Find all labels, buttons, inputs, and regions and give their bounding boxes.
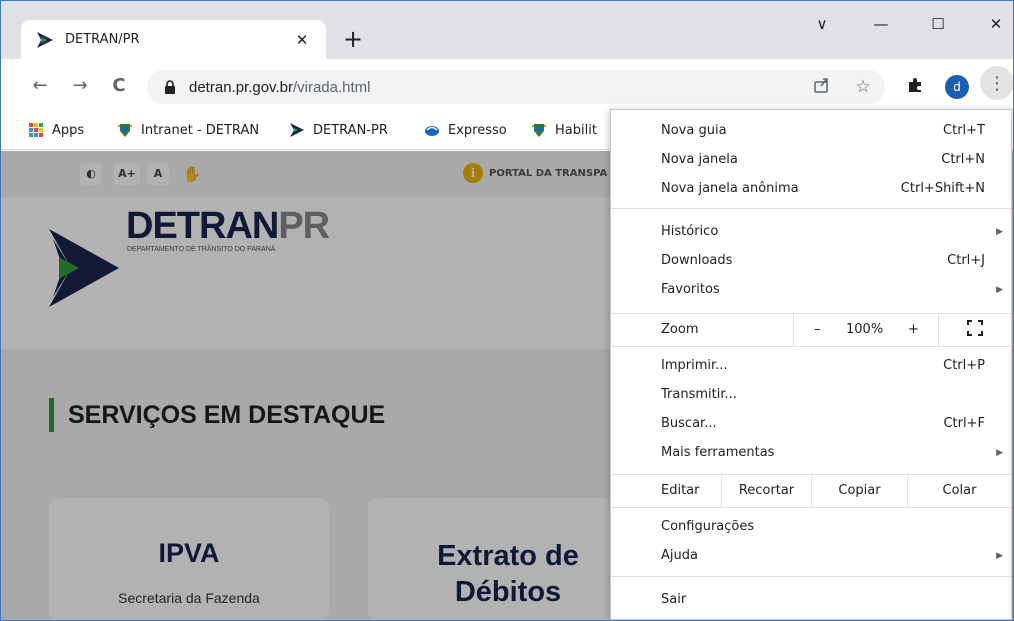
extensions-icon[interactable] <box>904 76 926 100</box>
section-accent-bar <box>49 398 54 432</box>
menu-item-configuracoes[interactable]: Configurações <box>611 512 1011 541</box>
forward-icon[interactable]: → <box>69 75 91 97</box>
submenu-arrow-icon: ▶ <box>996 226 1003 237</box>
cut-button[interactable]: Recortar <box>721 475 811 507</box>
address-bar[interactable]: detran.pr.gov.br/virada.html <box>147 70 885 104</box>
maximize-button[interactable]: ☐ <box>923 15 953 33</box>
portal-label: PORTAL DA TRANSPA <box>489 167 608 179</box>
menu-item-buscar[interactable]: Buscar... Ctrl+F <box>611 409 1011 438</box>
tab-strip: DETRAN/PR ✕ + ∨ — ☐ ✕ <box>1 1 1013 59</box>
bookmark-label: Apps <box>52 122 85 138</box>
bookmark-apps[interactable]: Apps <box>28 122 84 138</box>
reload-icon[interactable]: C <box>108 75 130 97</box>
menu-item-transmitir[interactable]: Transmitir... <box>611 380 1011 409</box>
paste-button[interactable]: Colar <box>907 475 1011 507</box>
back-icon[interactable]: ← <box>29 75 51 97</box>
pr-crest-icon <box>531 124 547 137</box>
edit-label: Editar <box>661 483 700 498</box>
card-subtitle: Secretaria da Fazenda <box>118 590 260 606</box>
new-tab-button[interactable]: + <box>339 25 367 53</box>
logo-text: DETRANPR <box>126 205 330 247</box>
logo-subtitle: DEPARTAMENTO DE TRÂNSITO DO PARANÁ <box>127 246 276 253</box>
tab-search-icon[interactable]: ∨ <box>807 15 837 33</box>
card-title: IPVA <box>158 538 220 568</box>
bookmark-label: Expresso <box>448 122 507 138</box>
card-title: Extrato de Débitos <box>437 540 579 608</box>
pr-crest-icon <box>117 124 133 137</box>
service-card-ipva[interactable]: IPVA Secretaria da Fazenda <box>49 498 329 620</box>
menu-item-sair[interactable]: Sair <box>611 585 1011 614</box>
zoom-out-button[interactable]: – <box>814 322 821 337</box>
profile-avatar[interactable]: d <box>945 75 969 99</box>
menu-item-nova-janela-anonima[interactable]: Nova janela anônima Ctrl+Shift+N <box>611 174 1011 203</box>
bookmark-star-icon[interactable]: ☆ <box>852 76 874 98</box>
lock-icon[interactable] <box>163 79 177 95</box>
zoom-value: 100% <box>846 322 884 337</box>
bookmark-label: DETRAN-PR <box>313 122 388 138</box>
edit-row: Editar Recortar Copiar Colar <box>611 474 1011 508</box>
toolbar: ← → C detran.pr.gov.br/virada.html ☆ d ⋮ <box>1 59 1013 114</box>
bookmark-expresso[interactable]: Expresso <box>424 122 507 138</box>
submenu-arrow-icon: ▶ <box>996 284 1003 295</box>
service-card-extrato[interactable]: Extrato de Débitos <box>368 498 648 620</box>
menu-item-historico[interactable]: Histórico ▶ <box>611 217 1011 246</box>
portal-transparencia-link[interactable]: i PORTAL DA TRANSPA <box>463 163 607 183</box>
close-window-button[interactable]: ✕ <box>981 15 1011 33</box>
section-title: SERVIÇOS EM DESTAQUE <box>68 401 386 429</box>
menu-item-downloads[interactable]: Downloads Ctrl+J <box>611 246 1011 275</box>
menu-item-mais-ferramentas[interactable]: Mais ferramentas ▶ <box>611 438 1011 467</box>
minimize-button[interactable]: — <box>866 15 896 33</box>
menu-kebab-icon[interactable]: ⋮ <box>980 66 1013 100</box>
detran-logo-mark[interactable] <box>49 229 119 307</box>
menu-item-nova-janela[interactable]: Nova janela Ctrl+N <box>611 145 1011 174</box>
detran-logo-icon <box>290 123 304 137</box>
share-icon[interactable] <box>811 76 833 100</box>
chrome-main-menu: Nova guia Ctrl+T Nova janela Ctrl+N Nova j… <box>610 109 1012 620</box>
info-icon: i <box>463 163 483 183</box>
tab-detran[interactable]: DETRAN/PR ✕ <box>21 20 326 59</box>
browser-window: DETRAN/PR ✕ + ∨ — ☐ ✕ ← → C detran.pr.go… <box>0 0 1014 621</box>
menu-item-favoritos[interactable]: Favoritos ▶ <box>611 275 1011 304</box>
fullscreen-icon[interactable] <box>967 320 983 340</box>
bookmark-label: Habilit <box>555 122 597 138</box>
font-increase-button[interactable]: A+ <box>114 163 140 185</box>
font-normal-button[interactable]: A <box>147 163 169 185</box>
menu-item-nova-guia[interactable]: Nova guia Ctrl+T <box>611 116 1011 145</box>
copy-button[interactable]: Copiar <box>811 475 907 507</box>
tab-title: DETRAN/PR <box>65 32 140 47</box>
zoom-label: Zoom <box>661 322 699 337</box>
zoom-controls: – 100% + <box>793 314 939 346</box>
menu-item-imprimir[interactable]: Imprimir... Ctrl+P <box>611 351 1011 380</box>
tab-close-icon[interactable]: ✕ <box>292 31 312 49</box>
apps-grid-icon <box>29 123 43 137</box>
bookmark-habilit[interactable]: Habilit <box>531 122 597 138</box>
submenu-arrow-icon: ▶ <box>996 550 1003 561</box>
zoom-in-button[interactable]: + <box>908 322 919 337</box>
expresso-icon <box>425 126 439 136</box>
detran-favicon-icon <box>37 31 53 48</box>
bookmark-intranet[interactable]: Intranet - DETRAN <box>117 122 259 138</box>
menu-separator <box>611 208 1011 209</box>
contrast-button[interactable]: ◐ <box>80 163 102 185</box>
zoom-row: Zoom – 100% + <box>611 313 1011 347</box>
bookmark-detran-pr[interactable]: DETRAN-PR <box>289 122 388 138</box>
submenu-arrow-icon: ▶ <box>996 447 1003 458</box>
menu-separator <box>611 576 1011 577</box>
url-text[interactable]: detran.pr.gov.br/virada.html <box>189 79 370 96</box>
bookmark-label: Intranet - DETRAN <box>141 122 260 138</box>
sign-language-icon[interactable]: ✋ <box>181 163 203 185</box>
menu-item-ajuda[interactable]: Ajuda ▶ <box>611 541 1011 570</box>
